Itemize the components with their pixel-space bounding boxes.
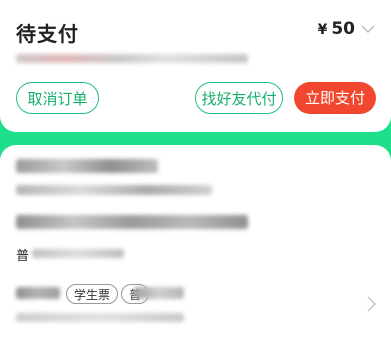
chevron-right-icon[interactable]	[365, 295, 377, 313]
order-amount[interactable]: ¥50	[318, 19, 355, 39]
route-subinfo-redacted	[16, 185, 212, 195]
order-info-redacted	[16, 54, 248, 63]
order-status-title: 待支付	[16, 22, 79, 46]
ticket-detail-card[interactable]: 普 学生票 普	[0, 145, 391, 340]
passenger-name-redacted	[16, 287, 60, 299]
passenger-id-redacted	[16, 313, 184, 322]
route-info-redacted	[16, 159, 158, 173]
currency-symbol: ¥	[317, 22, 328, 38]
ticket-type-redacted	[134, 287, 184, 299]
pay-now-button[interactable]: 立即支付	[294, 82, 376, 114]
partial-label: 普	[16, 249, 30, 264]
cancel-order-button[interactable]: 取消订单	[16, 82, 99, 114]
time-info-redacted	[16, 215, 248, 229]
student-ticket-tag: 学生票	[66, 284, 119, 304]
seat-info-redacted	[32, 249, 124, 258]
amount-value: 50	[331, 19, 355, 39]
friend-pay-button[interactable]: 找好友代付	[195, 82, 283, 114]
chevron-down-icon[interactable]	[359, 20, 377, 38]
order-summary-card: 待支付 ¥50 取消订单 找好友代付 立即支付	[0, 0, 391, 132]
